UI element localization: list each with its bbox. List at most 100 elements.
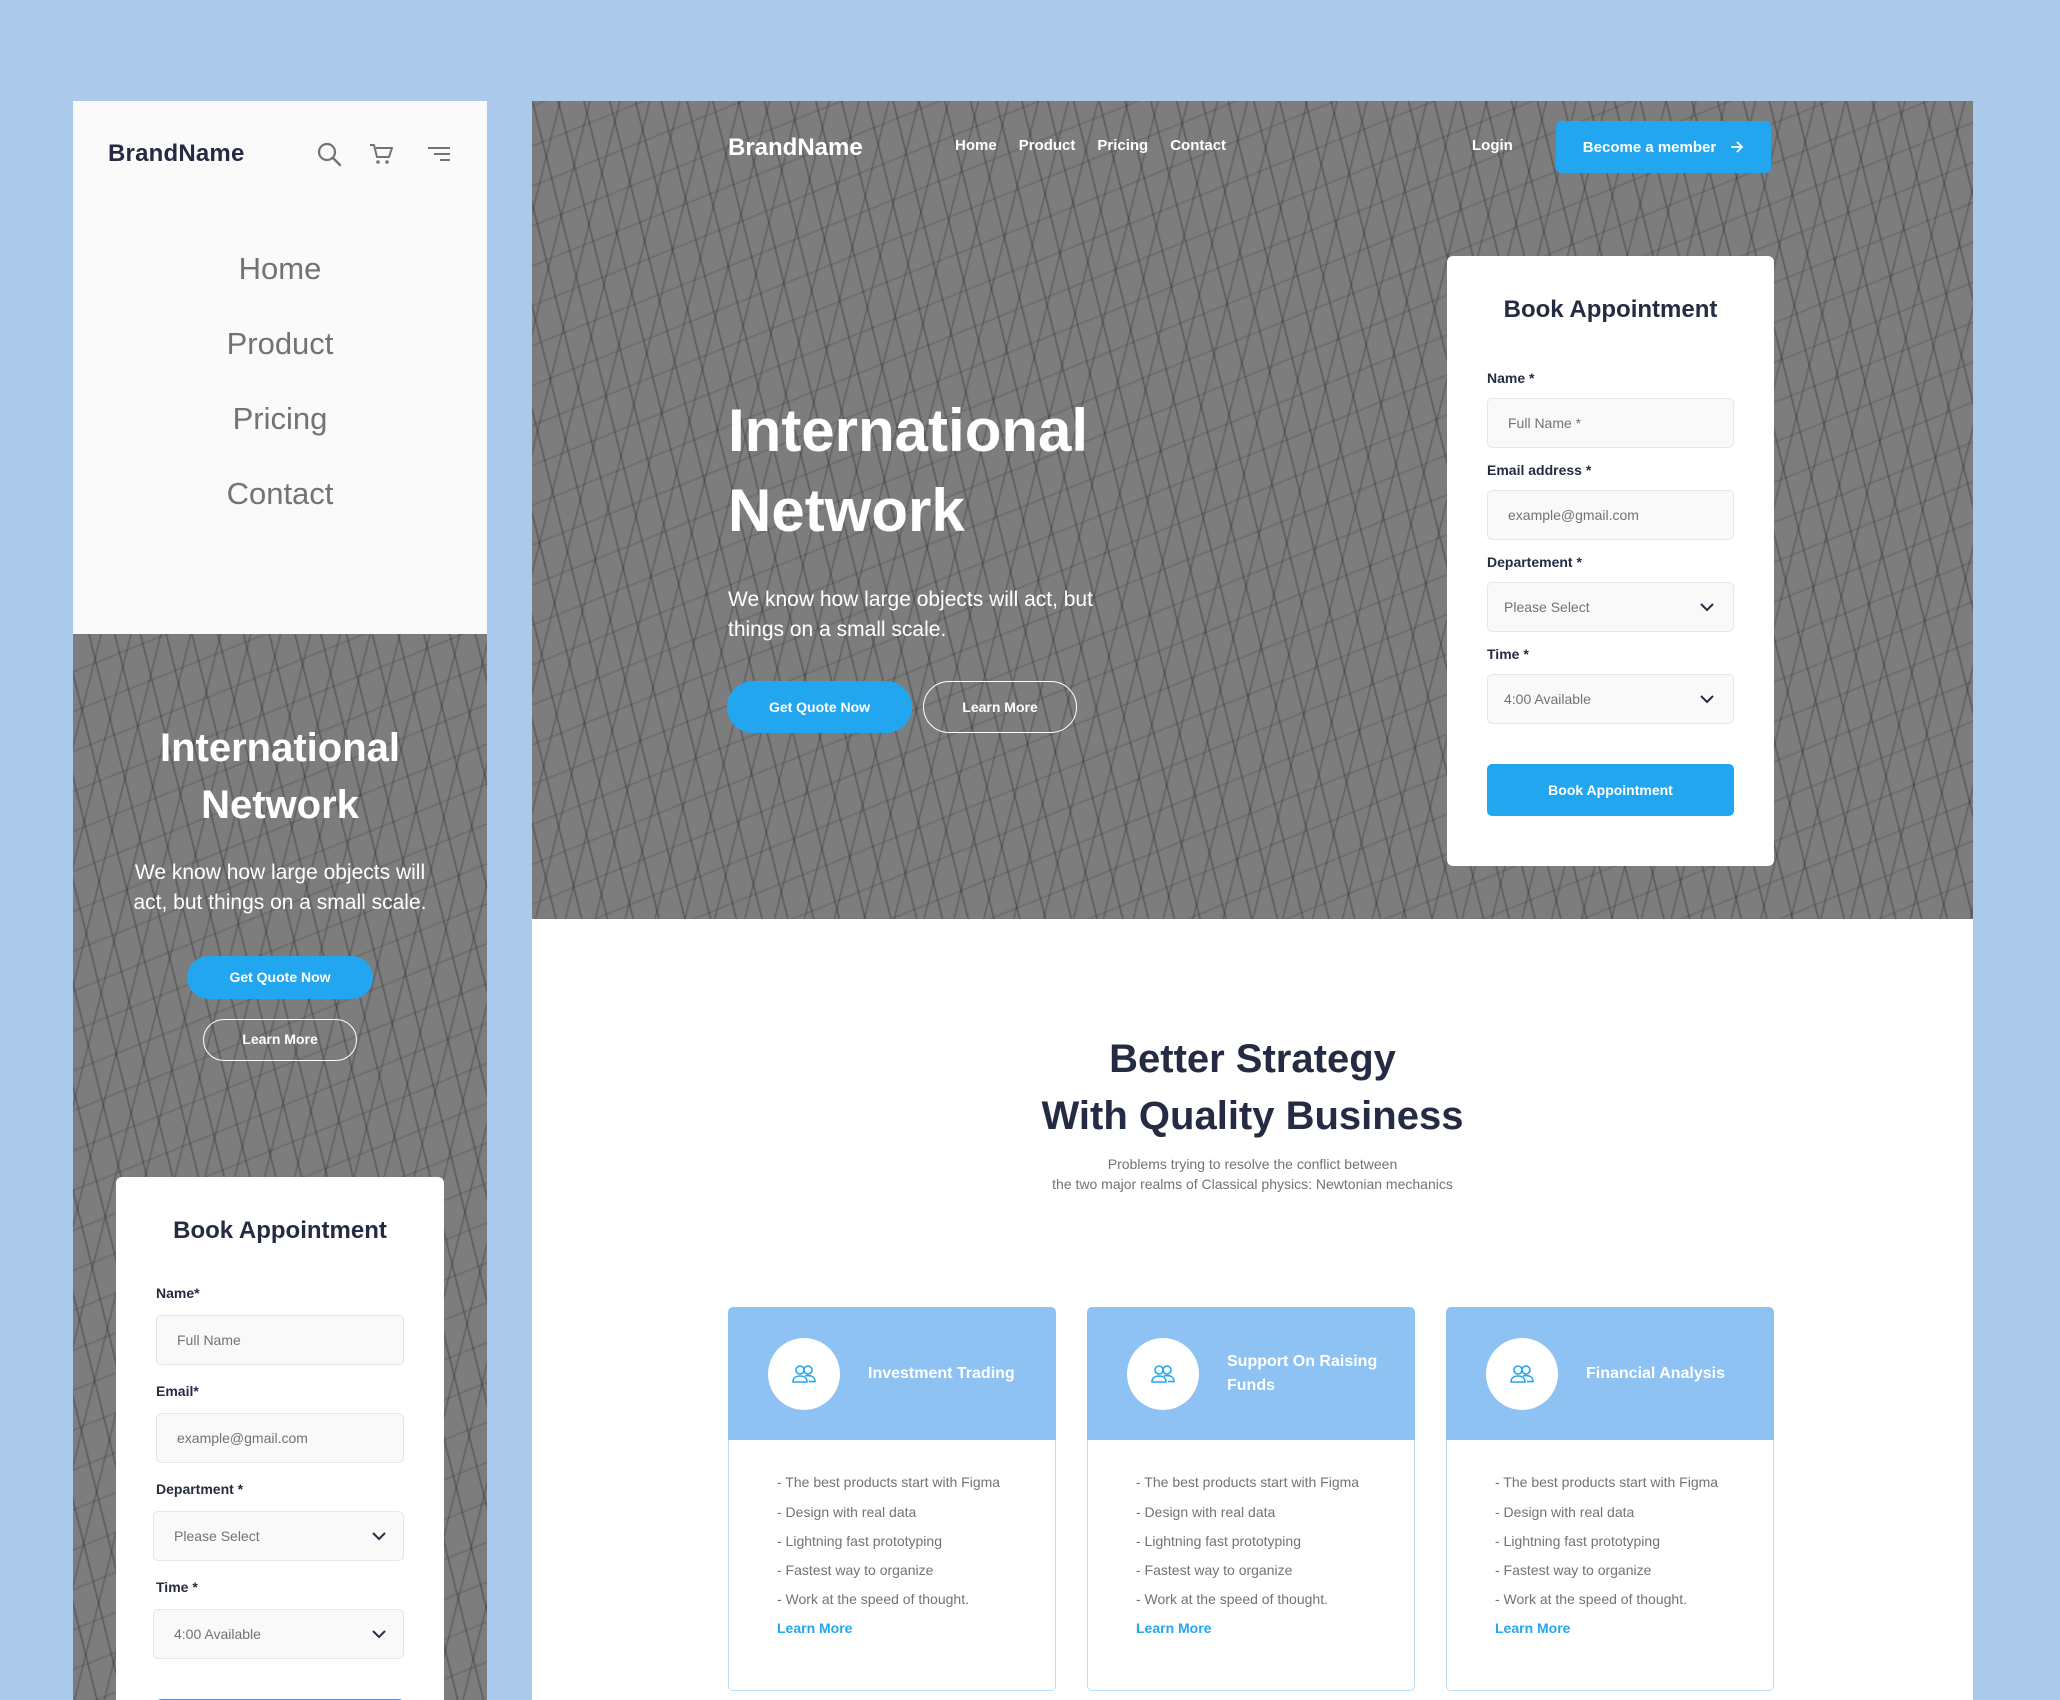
service-title: Financial Analysis	[1586, 1364, 1726, 1382]
list-item: - Fastest way to organize	[1136, 1562, 1293, 1578]
service-title: Investment Trading	[868, 1364, 1015, 1382]
list-item: - The best products start with Figma	[777, 1474, 1001, 1490]
users-icon	[768, 1337, 840, 1410]
department-label: Departement *	[1487, 554, 1582, 570]
list-item: - Lightning fast prototyping	[1495, 1533, 1660, 1549]
list-item: - Design with real data	[777, 1504, 917, 1520]
department-value: Please Select	[1504, 599, 1590, 615]
nav-home[interactable]: Home	[955, 137, 997, 154]
learn-more-button[interactable]: Learn More	[923, 681, 1077, 733]
email-label: Email*	[156, 1383, 199, 1399]
department-select[interactable]: Please Select	[153, 1511, 404, 1561]
brand-logo[interactable]: BrandName	[728, 134, 863, 162]
service-card-body: - The best products start with Figma - D…	[1446, 1440, 1774, 1691]
desktop-hero: BrandName Home Product Pricing Contact L…	[532, 101, 1973, 919]
email-input[interactable]: example@gmail.com	[156, 1413, 404, 1463]
nav-product[interactable]: Product	[73, 306, 487, 381]
become-member-button[interactable]: Become a member	[1556, 121, 1771, 173]
desktop-preview: BrandName Home Product Pricing Contact L…	[532, 101, 1973, 1700]
book-appointment-button[interactable]: Book Appointment	[1487, 764, 1734, 816]
nav-contact[interactable]: Contact	[73, 456, 487, 531]
list-item: - Lightning fast prototyping	[777, 1533, 942, 1549]
service-card-header: Support On Raising Funds	[1087, 1307, 1415, 1440]
department-label: Department *	[156, 1481, 244, 1497]
nav-product[interactable]: Product	[1019, 137, 1076, 154]
section-text-line1: Problems trying to resolve the conflict …	[1107, 1156, 1398, 1172]
users-icon	[1127, 1337, 1199, 1410]
mobile-preview: BrandName Home Product Pricing Contact I…	[73, 101, 487, 1700]
time-select[interactable]: 4:00 Available	[1487, 674, 1734, 724]
service-learn-more-link[interactable]: Learn More	[1136, 1614, 1374, 1643]
time-value: 4:00 Available	[1504, 691, 1591, 707]
desktop-appointment-form: Book Appointment Name * Full Name * Emai…	[1447, 256, 1774, 866]
get-quote-button[interactable]: Get Quote Now	[187, 956, 373, 999]
service-card-header: Financial Analysis	[1446, 1307, 1774, 1440]
service-card-body: - The best products start with Figma - D…	[728, 1440, 1056, 1691]
users-icon	[1486, 1337, 1558, 1410]
service-title: Support On Raising Funds	[1227, 1352, 1378, 1394]
list-item: - Work at the speed of thought.	[1495, 1591, 1687, 1607]
list-item: - Fastest way to organize	[777, 1562, 934, 1578]
section-text: Problems trying to resolve the conflict …	[532, 1154, 1973, 1194]
list-item: - Work at the speed of thought.	[777, 1591, 969, 1607]
service-card-header: Investment Trading	[728, 1307, 1056, 1440]
list-item: - The best products start with Figma	[1136, 1474, 1360, 1490]
search-icon[interactable]	[315, 140, 343, 168]
chevron-down-icon	[1700, 695, 1714, 704]
nav-home[interactable]: Home	[73, 231, 487, 306]
become-member-label: Become a member	[1582, 138, 1717, 156]
arrow-right-icon	[1731, 141, 1744, 153]
brand-logo[interactable]: BrandName	[108, 140, 315, 168]
cart-icon[interactable]	[367, 140, 395, 168]
get-quote-button[interactable]: Get Quote Now	[727, 681, 912, 733]
email-placeholder: example@gmail.com	[177, 1430, 308, 1446]
department-value: Please Select	[174, 1528, 260, 1544]
time-value: 4:00 Available	[174, 1626, 261, 1642]
service-learn-more-link[interactable]: Learn More	[1495, 1614, 1733, 1643]
list-item: - Design with real data	[1495, 1504, 1635, 1520]
header-icons	[315, 140, 453, 168]
time-label: Time *	[1487, 646, 1529, 662]
learn-more-button[interactable]: Learn More	[203, 1019, 357, 1061]
list-item: - Design with real data	[1136, 1504, 1276, 1520]
chevron-down-icon	[372, 1532, 386, 1541]
name-placeholder: Full Name	[177, 1332, 241, 1348]
mobile-nav: Home Product Pricing Contact	[73, 207, 487, 531]
menu-icon[interactable]	[425, 140, 453, 168]
service-card: Investment Trading - The best products s…	[728, 1307, 1056, 1691]
login-link[interactable]: Login	[1472, 137, 1513, 154]
name-label: Name *	[1487, 370, 1535, 386]
desktop-nav: Home Product Pricing Contact	[955, 137, 1226, 154]
list-item: - Lightning fast prototyping	[1136, 1533, 1301, 1549]
chevron-down-icon	[372, 1630, 386, 1639]
mobile-header: BrandName	[73, 101, 487, 207]
nav-pricing[interactable]: Pricing	[73, 381, 487, 456]
department-select[interactable]: Please Select	[1487, 582, 1734, 632]
service-learn-more-link[interactable]: Learn More	[777, 1614, 1015, 1643]
list-item: - Work at the speed of thought.	[1136, 1591, 1328, 1607]
hero-title: International Network	[159, 726, 401, 827]
hero-text: We know how large objects will act, but …	[728, 588, 1093, 641]
form-title: Book Appointment	[1503, 296, 1718, 323]
section-title-line2: With Quality Business	[1041, 1094, 1464, 1138]
email-input[interactable]: example@gmail.com	[1487, 490, 1734, 540]
time-label: Time *	[156, 1579, 198, 1595]
name-label: Name*	[156, 1285, 200, 1301]
email-label: Email address *	[1487, 462, 1592, 478]
section-text-line2: the two major realms of Classical physic…	[1052, 1176, 1453, 1192]
list-item: - Fastest way to organize	[1495, 1562, 1652, 1578]
nav-pricing[interactable]: Pricing	[1097, 137, 1148, 154]
time-select[interactable]: 4:00 Available	[153, 1609, 404, 1659]
list-item: - The best products start with Figma	[1495, 1474, 1719, 1490]
name-input[interactable]: Full Name	[156, 1315, 404, 1365]
section-title: Better Strategy With Quality Business	[532, 1031, 1973, 1145]
service-card: Financial Analysis - The best products s…	[1446, 1307, 1774, 1691]
form-title: Book Appointment	[173, 1217, 387, 1244]
hero-text: We know how large objects will act, but …	[133, 861, 427, 914]
name-placeholder: Full Name *	[1508, 415, 1582, 431]
name-input[interactable]: Full Name *	[1487, 398, 1734, 448]
hero-title: International Network	[728, 397, 1089, 544]
nav-contact[interactable]: Contact	[1170, 137, 1226, 154]
mobile-appointment-form: Book Appointment Name* Full Name Email* …	[116, 1177, 444, 1700]
service-card-body: - The best products start with Figma - D…	[1087, 1440, 1415, 1691]
